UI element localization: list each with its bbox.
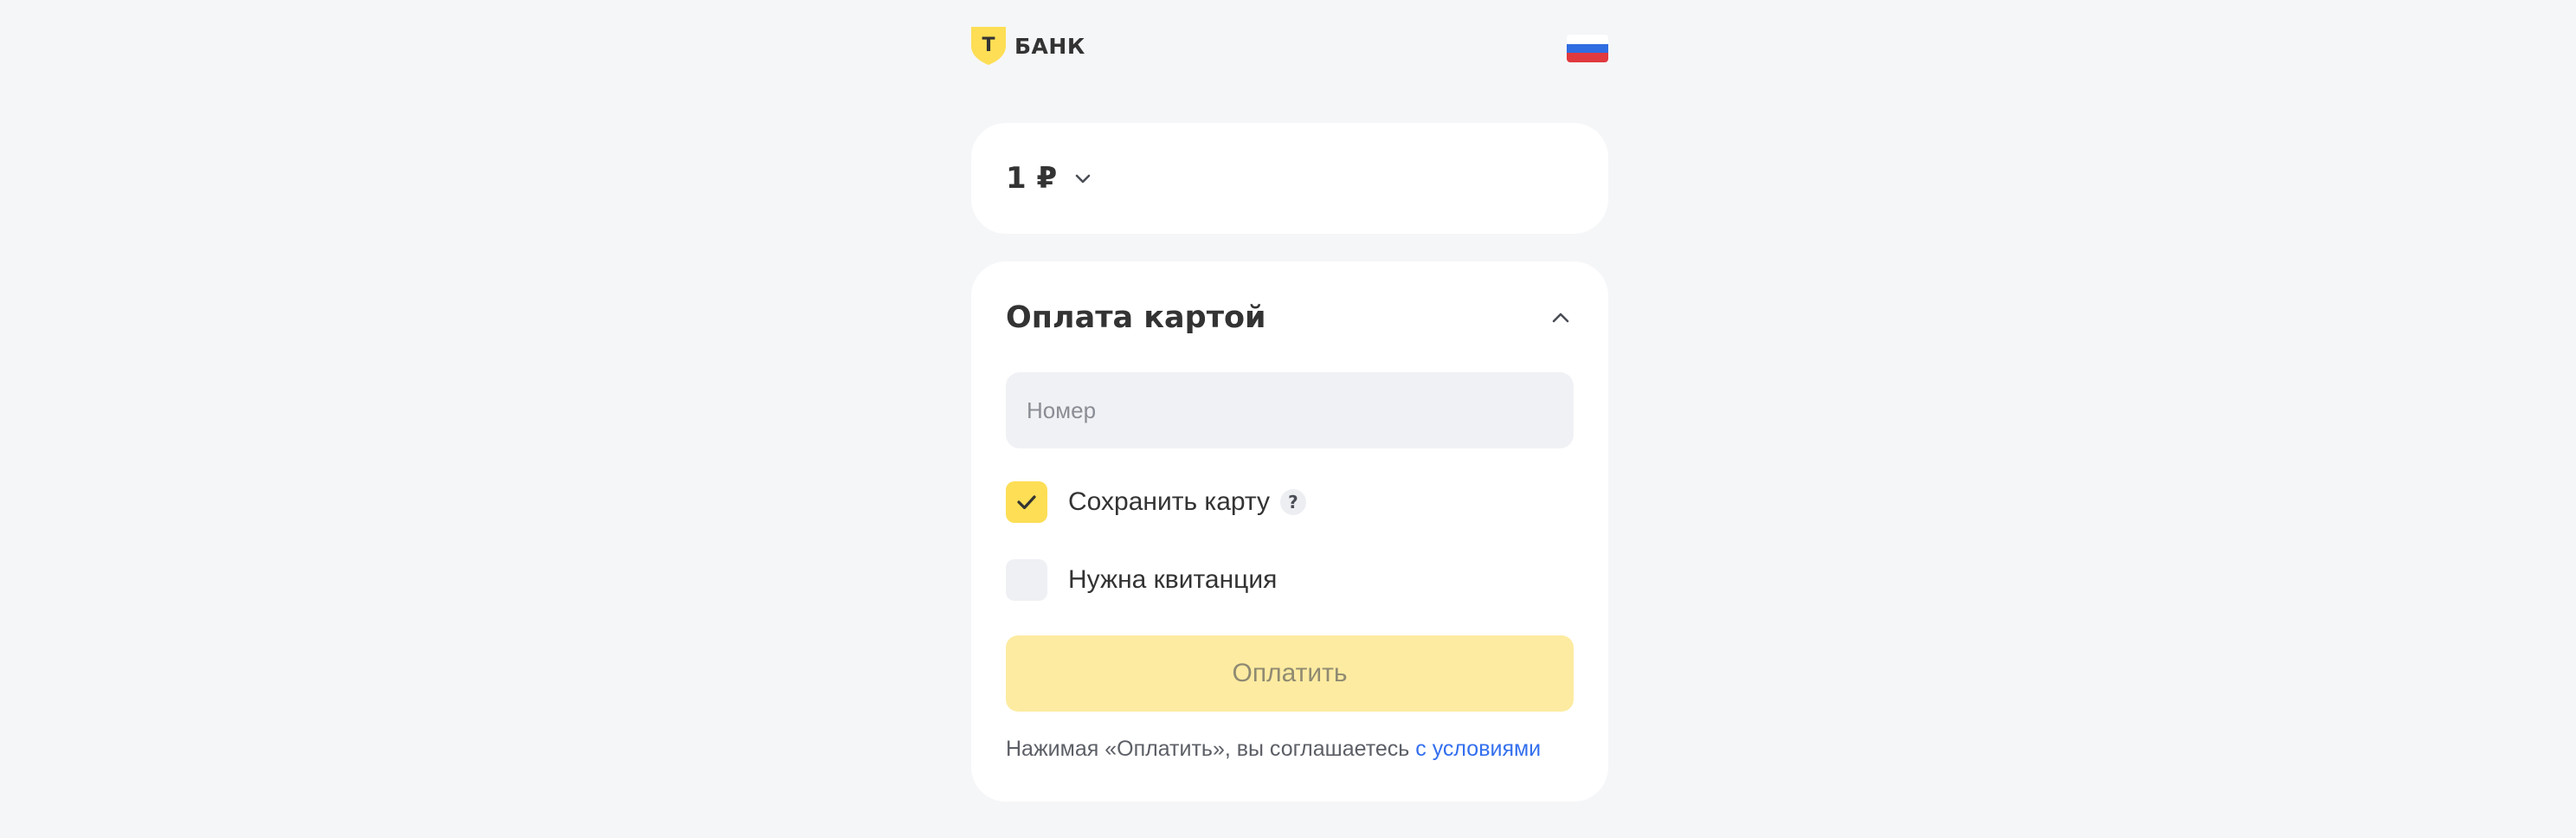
save-card-option[interactable]: Сохранить карту ? <box>1006 481 1306 523</box>
chevron-down-icon <box>1075 174 1091 184</box>
header: Т БАНК <box>971 26 1608 69</box>
pay-button[interactable]: Оплатить <box>1006 635 1574 712</box>
logo-shield-icon: Т <box>971 27 1006 65</box>
save-card-checkbox[interactable] <box>1006 481 1047 523</box>
logo-text: БАНК <box>1014 33 1085 59</box>
flag-stripe-red <box>1567 53 1608 62</box>
amount-value: 1 ₽ <box>1006 161 1058 196</box>
amount-selector[interactable]: 1 ₽ <box>1006 161 1093 196</box>
save-card-label: Сохранить карту <box>1068 487 1270 516</box>
bank-logo[interactable]: Т БАНК <box>971 27 1085 65</box>
receipt-option[interactable]: Нужна квитанция <box>1006 559 1277 601</box>
logo-letter: Т <box>982 35 995 56</box>
chevron-up-icon[interactable] <box>1548 305 1574 331</box>
receipt-label: Нужна квитанция <box>1068 565 1278 594</box>
checkmark-icon <box>1017 495 1036 510</box>
help-icon[interactable]: ? <box>1279 489 1306 515</box>
flag-stripe-blue <box>1567 43 1608 54</box>
terms-text: Нажимая «Оплатить», вы соглашаетесь <box>1006 737 1416 761</box>
payment-page: Т БАНК 1 ₽ Оплата картой Номер Сохранить… <box>971 0 1608 838</box>
russia-flag-icon[interactable] <box>1567 35 1608 62</box>
amount-card: 1 ₽ <box>971 123 1608 234</box>
flag-stripe-white <box>1567 35 1608 44</box>
card-number-input[interactable] <box>1006 372 1574 448</box>
card-payment-panel: Оплата картой Сохранить карту ? Нужна кв… <box>971 261 1608 802</box>
panel-title: Оплата картой <box>1006 300 1266 335</box>
terms-notice: Нажимая «Оплатить», вы соглашаетесь с ус… <box>1006 734 1541 764</box>
receipt-checkbox[interactable] <box>1006 559 1047 601</box>
terms-link[interactable]: с условиями <box>1415 737 1541 761</box>
